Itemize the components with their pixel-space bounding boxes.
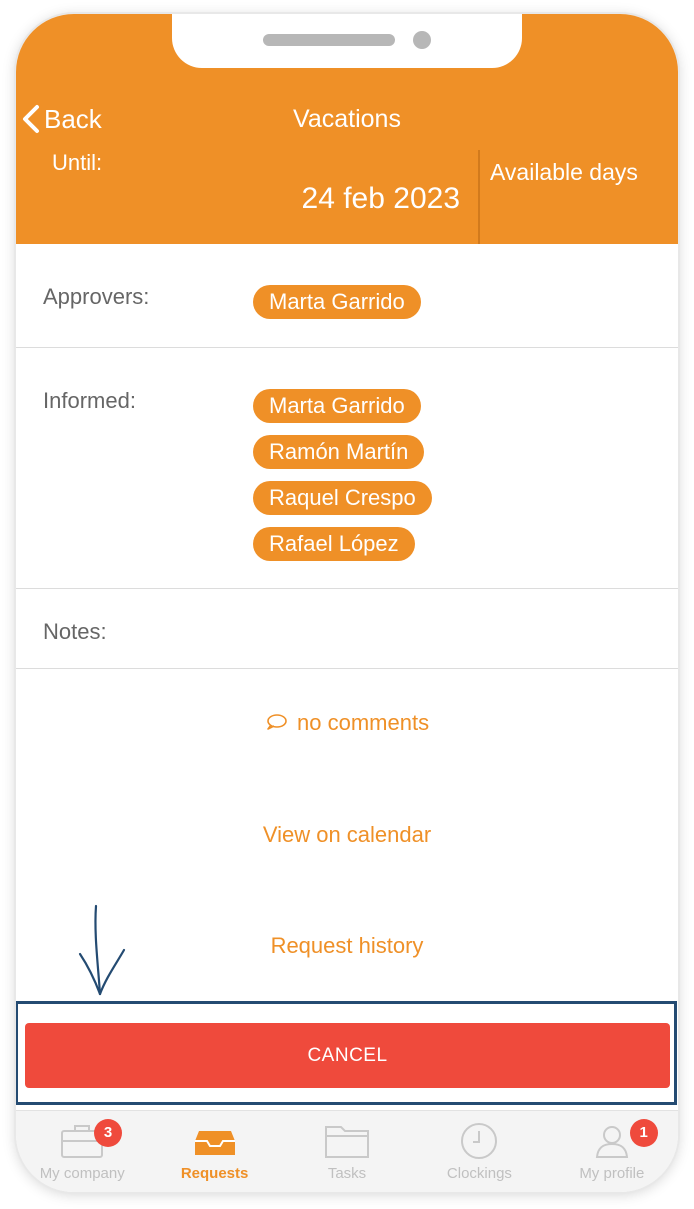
informed-chip: Ramón Martín [253, 435, 425, 469]
annotation-arrow-icon [78, 904, 126, 996]
back-label: Back [44, 103, 102, 134]
until-date-value: 24 feb 2023 [301, 182, 460, 215]
header-bar: Back Vacations Until: 24 feb 2023 Availa… [16, 14, 678, 244]
user-icon [595, 1126, 628, 1158]
folder-icon [325, 1126, 370, 1158]
chevron-left-icon [23, 105, 39, 133]
approvers-label: Approvers: [43, 284, 150, 309]
clock-icon [461, 1123, 498, 1159]
tab-tasks[interactable]: Tasks [281, 1111, 413, 1192]
comments-label: no comments [297, 710, 430, 735]
cancel-highlight-box: CANCEL [16, 1001, 677, 1105]
phone-frame: Back Vacations Until: 24 feb 2023 Availa… [16, 14, 678, 1192]
tab-my-profile[interactable]: My profile 1 [546, 1111, 678, 1192]
tab-label: Tasks [327, 1165, 367, 1182]
tab-label: Clockings [446, 1165, 512, 1182]
informed-section: Informed: Marta Garrido Ramón Martín Raq… [16, 348, 678, 589]
tab-clockings[interactable]: Clockings [413, 1111, 545, 1192]
cancel-button[interactable]: CANCEL [25, 1023, 670, 1088]
approver-chip: Marta Garrido [253, 285, 421, 319]
approvers-section: Approvers: Marta Garrido [16, 244, 678, 348]
notes-label: Notes: [43, 619, 107, 644]
speech-bubble-icon [267, 714, 287, 730]
informed-chip: Rafael López [253, 527, 415, 561]
notification-badge: 1 [629, 1119, 658, 1147]
informed-chip: Marta Garrido [253, 389, 421, 423]
informed-label: Informed: [43, 388, 136, 413]
until-label: Until: [52, 150, 103, 175]
tab-label: My company [39, 1165, 125, 1182]
camera-icon [413, 31, 431, 49]
page-title: Vacations [293, 105, 401, 133]
header-divider [478, 150, 480, 244]
view-on-calendar-link[interactable]: View on calendar [16, 822, 678, 848]
back-button[interactable]: Back [20, 102, 102, 136]
tab-label: My profile [579, 1165, 645, 1182]
inbox-tray-icon [194, 1131, 235, 1155]
informed-chip: Raquel Crespo [253, 481, 432, 515]
comments-link[interactable]: no comments [16, 710, 678, 736]
tab-label: Requests [180, 1165, 249, 1182]
available-days-label: Available days [490, 159, 638, 185]
notification-badge: 3 [94, 1119, 122, 1147]
tab-my-company[interactable]: My company 3 [16, 1111, 148, 1192]
informed-list: Marta Garrido Ramón Martín Raquel Crespo… [253, 389, 432, 573]
notes-section: Notes: [16, 589, 678, 669]
speaker-icon [263, 34, 395, 46]
device-notch [172, 14, 522, 68]
tab-requests[interactable]: Requests [148, 1111, 280, 1192]
approvers-list: Marta Garrido [253, 285, 421, 331]
bottom-tab-bar: My company 3 Requests Tasks Clockings My… [16, 1110, 678, 1192]
